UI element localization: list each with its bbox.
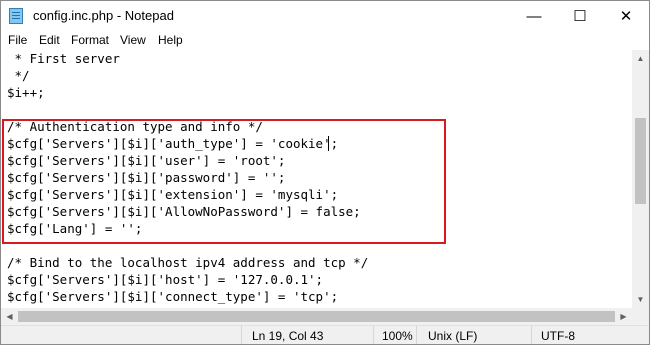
notepad-icon [9,8,23,24]
menu-view[interactable]: View [120,33,146,47]
maximize-button[interactable]: ☐ [557,1,603,31]
menu-help[interactable]: Help [158,33,183,47]
code-line: $cfg['Servers'][$i]['host'] = '127.0.0.1… [7,272,324,287]
scroll-left-icon[interactable]: ◀ [1,308,18,325]
code-line: $cfg['Servers'][$i]['connect_type'] = 't… [7,289,339,304]
menu-edit[interactable]: Edit [39,33,60,47]
status-divider [531,326,532,344]
status-divider [241,326,242,344]
title-bar[interactable]: config.inc.php - Notepad — ☐ ✕ [1,1,649,31]
close-button[interactable]: ✕ [603,1,649,31]
menu-bar: File Edit Format View Help [1,31,649,50]
vertical-scrollbar[interactable]: ▲ ▼ [632,50,649,308]
status-divider [373,326,374,344]
status-bar: Ln 19, Col 43 100% Unix (LF) UTF-8 [1,325,649,344]
vertical-scroll-thumb[interactable] [635,118,646,204]
scroll-up-icon[interactable]: ▲ [632,50,649,67]
code-line: * First server [7,51,120,66]
scrollbar-corner [632,308,649,325]
line-ending: Unix (LF) [428,329,478,343]
zoom-level: 100% [382,329,413,343]
scroll-right-icon[interactable]: ▶ [615,308,632,325]
status-divider [416,326,417,344]
notepad-window: config.inc.php - Notepad — ☐ ✕ File Edit… [0,0,650,345]
code-line: $i++; [7,85,45,100]
menu-format[interactable]: Format [71,33,109,47]
minimize-button[interactable]: — [511,1,557,31]
code-line: */ [7,68,30,83]
encoding: UTF-8 [541,329,575,343]
code-line: /* Bind to the localhost ipv4 address an… [7,255,369,270]
menu-file[interactable]: File [8,33,27,47]
cursor-position: Ln 19, Col 43 [252,329,324,343]
horizontal-scrollbar[interactable]: ◀ ▶ [1,308,632,325]
horizontal-scroll-thumb[interactable] [18,311,615,322]
window-title: config.inc.php - Notepad [33,8,174,23]
highlight-box [2,119,446,244]
scroll-down-icon[interactable]: ▼ [632,291,649,308]
